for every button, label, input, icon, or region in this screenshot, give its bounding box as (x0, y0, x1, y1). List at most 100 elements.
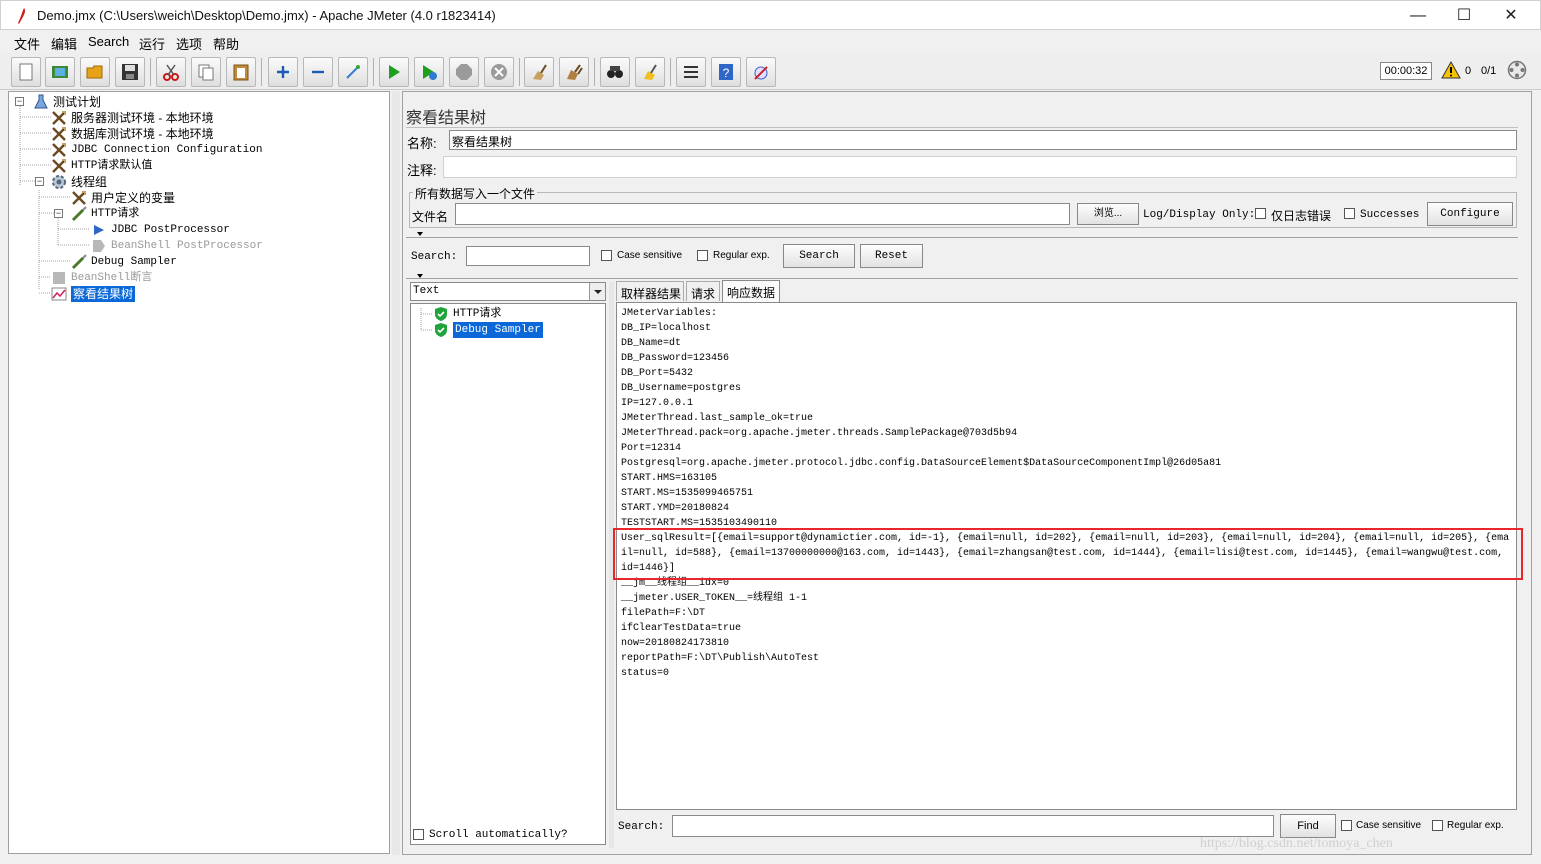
response-line: JMeterThread.last_sample_ok=true (621, 413, 814, 424)
binoculars-icon (607, 66, 623, 78)
warning-icon[interactable] (1441, 61, 1461, 79)
config-tools-icon (52, 143, 66, 157)
new-button[interactable] (11, 57, 41, 87)
menu-help[interactable]: 帮助 (213, 34, 239, 53)
scroll-auto-label: Scroll automatically? (429, 829, 568, 841)
stop-button[interactable] (449, 57, 479, 87)
response-line: DB_Username=postgres (621, 383, 742, 394)
response-line: DB_Name=dt (621, 338, 682, 349)
close-button[interactable]: ✕ (1488, 3, 1534, 29)
elapsed-timer: 00:00:32 (1380, 62, 1432, 80)
bottom-regex-checkbox[interactable] (1432, 820, 1443, 831)
paste-button[interactable] (226, 57, 256, 87)
copy-button[interactable] (191, 57, 221, 87)
toggle-wand-icon (346, 65, 360, 79)
reset-button[interactable]: Reset (860, 244, 923, 268)
search-submit-button[interactable]: Search (783, 244, 855, 268)
file-name-label: 文件名 (412, 210, 449, 224)
paste-clipboard-icon (233, 64, 249, 81)
start-no-pauses-button[interactable] (414, 57, 444, 87)
flask-icon (34, 94, 48, 109)
collapse-arrow-icon[interactable] (417, 232, 423, 236)
search-label: Search: (411, 251, 458, 263)
expand-toggle-http-request[interactable]: − (54, 209, 63, 218)
menu-search[interactable]: Search (88, 34, 129, 49)
svg-text:?: ? (723, 66, 730, 80)
comment-input[interactable] (443, 156, 1517, 178)
file-name-input[interactable] (455, 203, 1070, 225)
successes-checkbox[interactable] (1344, 208, 1355, 219)
expand-toggle-thread-group[interactable]: − (35, 177, 44, 186)
maximize-button[interactable]: ☐ (1441, 3, 1487, 29)
menu-file[interactable]: 文件 (14, 34, 40, 53)
tree-label: 服务器测试环境 - 本地环境 (71, 111, 214, 125)
name-value: 察看结果树 (452, 135, 513, 149)
response-line: IP=127.0.0.1 (621, 398, 694, 409)
save-disk-icon (122, 64, 138, 80)
name-input[interactable]: 察看结果树 (449, 130, 1517, 150)
section-divider (406, 237, 1518, 238)
remote-start-button[interactable] (746, 57, 776, 87)
response-line: START.HMS=163105 (621, 473, 718, 484)
templates-icon (52, 66, 68, 78)
search-button[interactable] (600, 57, 630, 87)
cut-button[interactable] (156, 57, 186, 87)
find-button[interactable]: Find (1280, 814, 1336, 838)
dropdown-arrow-icon (589, 283, 605, 300)
minimize-button[interactable]: — (1395, 3, 1441, 29)
tab-label: 响应数据 (727, 286, 776, 300)
regex-checkbox[interactable] (697, 250, 708, 261)
start-button[interactable] (379, 57, 409, 87)
active-threads: 0/1 (1481, 65, 1497, 77)
config-tools-icon (52, 111, 66, 125)
expand-all-button[interactable] (268, 57, 298, 87)
search-input[interactable] (466, 246, 590, 266)
templates-button[interactable] (45, 57, 75, 87)
expand-toggle-test-plan[interactable]: − (15, 97, 24, 106)
help-book-icon: ? (719, 64, 733, 80)
tab-request[interactable]: 请求 (686, 281, 720, 301)
scroll-auto-checkbox[interactable] (413, 829, 424, 840)
errors-only-checkbox[interactable] (1255, 208, 1266, 219)
tree-label: 数据库测试环境 - 本地环境 (71, 127, 214, 141)
pane-splitter[interactable] (392, 91, 400, 855)
menu-run[interactable]: 运行 (139, 34, 165, 53)
window-title: Demo.jmx (C:\Users\weich\Desktop\Demo.jm… (37, 8, 496, 23)
sample-label: HTTP请求 (453, 308, 502, 320)
remote-icon (754, 66, 768, 80)
response-line: ifClearTestData=true (621, 623, 742, 634)
response-line: reportPath=F:\DT\Publish\AutoTest (621, 653, 820, 664)
collapse-all-button[interactable] (303, 57, 333, 87)
function-helper-button[interactable] (676, 57, 706, 87)
watermark: https://blog.csdn.net/tomoya_chen (1200, 836, 1393, 851)
tree-label: BeanShell断言 (71, 272, 153, 284)
menu-bar: 文件 编辑 Search 运行 选项 帮助 (0, 30, 1541, 52)
sampler-pen-icon (71, 254, 87, 270)
help-button[interactable]: ? (711, 57, 741, 87)
response-line: Postgresql=org.apache.jmeter.protocol.jd… (621, 458, 1222, 469)
configure-button[interactable]: Configure (1427, 202, 1513, 226)
clear-all-button[interactable] (559, 57, 589, 87)
tree-label: HTTP请求默认值 (71, 160, 153, 172)
menu-options[interactable]: 选项 (176, 34, 202, 53)
case-sensitive-checkbox[interactable] (601, 250, 612, 261)
postprocessor-disabled-icon (93, 240, 105, 252)
menu-edit[interactable]: 编辑 (51, 34, 77, 53)
tab-label: 请求 (691, 287, 716, 301)
clear-button[interactable] (524, 57, 554, 87)
bottom-case-checkbox[interactable] (1341, 820, 1352, 831)
response-line: JMeterVariables: (621, 308, 718, 319)
renderer-select[interactable]: Text (410, 282, 606, 301)
jmeter-feather-icon (18, 8, 26, 24)
tab-label: 取样器结果 (621, 287, 682, 301)
save-button[interactable] (115, 57, 145, 87)
tab-sampler-result[interactable]: 取样器结果 (616, 281, 684, 301)
shutdown-button[interactable] (484, 57, 514, 87)
bottom-search-input[interactable] (672, 815, 1274, 837)
reset-search-button[interactable] (635, 57, 665, 87)
toggle-button[interactable] (338, 57, 368, 87)
tab-response-data[interactable]: 响应数据 (722, 280, 780, 302)
browse-button[interactable]: 浏览... (1077, 203, 1139, 225)
minus-icon (312, 70, 324, 74)
open-button[interactable] (80, 57, 110, 87)
